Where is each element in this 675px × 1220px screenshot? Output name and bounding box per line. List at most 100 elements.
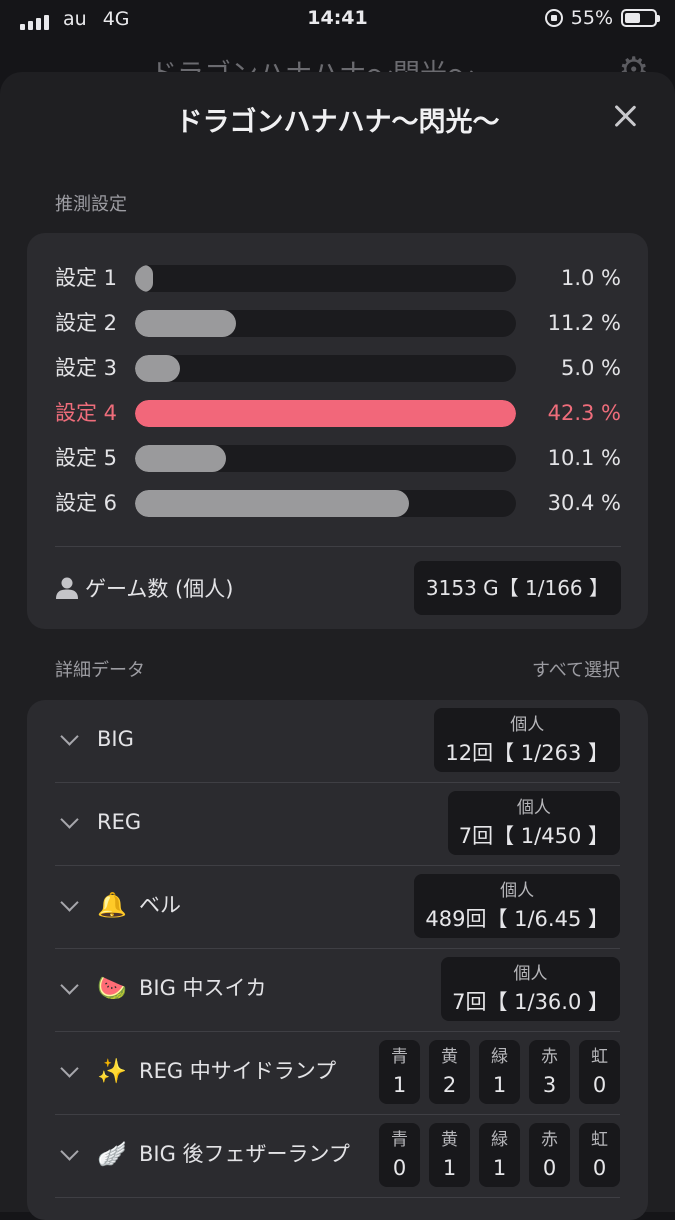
detail-name: BIG: [97, 727, 134, 751]
bell-icon: 🔔: [97, 891, 127, 919]
probability-bar-track: [135, 490, 516, 517]
divider: [55, 546, 621, 547]
estimate-section-label: 推測設定: [55, 194, 127, 215]
setting-percent: 5.0 %: [560, 356, 621, 380]
probability-bar: [135, 490, 409, 517]
value-caption: 個人: [500, 881, 535, 901]
detail-value-box: 個人 12回【 1/263 】: [434, 708, 620, 772]
setting-percent: 10.1 %: [547, 446, 621, 470]
lamp-color-label: 緑: [491, 1130, 508, 1150]
setting-percent: 1.0 %: [560, 266, 621, 290]
setting-row: 設定 5 10.1 %: [55, 443, 621, 473]
lamp-color-label: 虹: [591, 1130, 608, 1150]
lamp-color-label: 黄: [441, 1047, 458, 1067]
games-row: ゲーム数 (個人) 3153 G【 1/166 】: [55, 561, 621, 615]
setting-label: 設定 5: [55, 446, 118, 470]
status-bar: au 4G 14:41 55%: [0, 0, 675, 38]
lamp-count-box: 虹0: [579, 1123, 620, 1187]
probability-bar-track: [135, 355, 516, 382]
probability-bar-track: [135, 445, 516, 472]
lamp-count-box: 虹0: [579, 1040, 620, 1104]
lamp-count-box: 青0: [379, 1123, 420, 1187]
lamp-count-value: 1: [492, 1073, 507, 1097]
lamp-count-value: 1: [442, 1156, 457, 1180]
sheet-title: ドラゴンハナハナ〜閃光〜: [175, 107, 500, 138]
detail-value-box: 個人 489回【 1/6.45 】: [414, 874, 620, 938]
lamp-count-box: 赤3: [529, 1040, 570, 1104]
detail-name: REG: [97, 810, 142, 834]
value-caption: 個人: [513, 964, 548, 984]
lamp-count-box: 赤0: [529, 1123, 570, 1187]
lamp-count-value: 1: [492, 1156, 507, 1180]
setting-label: 設定 6: [55, 491, 118, 515]
person-icon: [56, 577, 78, 599]
lamp-count-box: 青1: [379, 1040, 420, 1104]
setting-label: 設定 1: [55, 266, 118, 290]
setting-label: 設定 3: [55, 356, 118, 380]
lamp-row[interactable]: 🪽 BIG 後フェザーランプ青 0 黄 1 緑 1 赤 0 虹 0: [27, 1115, 648, 1198]
battery-percent: 55%: [570, 7, 613, 29]
lamp-row-name: REG 中サイドランプ: [139, 1059, 337, 1083]
lamp-color-label: 青: [391, 1130, 408, 1150]
detail-row[interactable]: 🔔 ベル 個人 489回【 1/6.45 】: [27, 866, 648, 949]
chevron-down-icon[interactable]: [60, 976, 79, 995]
lamp-row[interactable]: ✨ REG 中サイドランプ青 1 黄 2 緑 1 赤 3 虹 0: [27, 1032, 648, 1115]
watermelon-icon: 🍉: [97, 974, 127, 1002]
chevron-down-icon[interactable]: [60, 810, 79, 829]
games-label: ゲーム数 (個人): [85, 577, 234, 601]
detail-row[interactable]: REG 個人 7回【 1/450 】: [27, 783, 648, 866]
setting-percent: 30.4 %: [547, 491, 621, 515]
detail-card: BIG 個人 12回【 1/263 】 REG 個人 7回【 1/450 】 🔔 ベル 個人 48…: [27, 700, 648, 1220]
lamp-count-value: 0: [592, 1073, 607, 1097]
value-count: 489回【 1/6.45 】: [425, 907, 609, 931]
chevron-down-icon[interactable]: [60, 1059, 79, 1078]
value-caption: 個人: [510, 715, 545, 735]
detail-row[interactable]: 🍉 BIG 中スイカ 個人 7回【 1/36.0 】: [27, 949, 648, 1032]
estimate-card: 設定 1 1.0 % 設定 2 11.2 % 設定 3 5.0 % 設定 4 42.3 % 設定…: [27, 233, 648, 629]
probability-bar: [135, 310, 236, 337]
lamp-count-box: 黄2: [429, 1040, 470, 1104]
lamp-count-value: 0: [392, 1156, 407, 1180]
lamp-count-value: 2: [442, 1073, 457, 1097]
chevron-down-icon[interactable]: [60, 727, 79, 746]
detail-name: ベル: [139, 893, 181, 917]
setting-row: 設定 2 11.2 %: [55, 308, 621, 338]
detail-section-label: 詳細データ: [55, 660, 145, 681]
detail-value-box: 個人 7回【 1/36.0 】: [441, 957, 620, 1021]
lamp-count-box: 緑1: [479, 1040, 520, 1104]
select-all-button[interactable]: すべて選択: [532, 656, 620, 682]
value-count: 7回【 1/36.0 】: [452, 990, 609, 1014]
lamp-counts: 青1黄2緑1赤3虹0: [379, 1040, 620, 1104]
probability-bar-track: [135, 265, 516, 292]
lamp-color-label: 赤: [541, 1047, 558, 1067]
value-count: 12回【 1/263 】: [445, 741, 609, 765]
probability-bar: [135, 400, 516, 427]
setting-percent: 11.2 %: [547, 311, 621, 335]
detail-name: BIG 中スイカ: [139, 976, 267, 1000]
lamp-color-label: 緑: [491, 1047, 508, 1067]
lamp-count-box: 緑1: [479, 1123, 520, 1187]
value-caption: 個人: [516, 798, 551, 818]
lamp-count-box: 黄1: [429, 1123, 470, 1187]
setting-row: 設定 3 5.0 %: [55, 353, 621, 383]
modal-sheet: ドラゴンハナハナ〜閃光〜 推測設定 設定 1 1.0 % 設定 2 11.2 % 設定 …: [0, 72, 675, 1220]
lamp-color-label: 虹: [591, 1047, 608, 1067]
lamp-color-label: 赤: [541, 1130, 558, 1150]
value-count: 7回【 1/450 】: [458, 824, 609, 848]
setting-label: 設定 2: [55, 311, 118, 335]
setting-percent: 42.3 %: [547, 401, 621, 425]
setting-row: 設定 4 42.3 %: [55, 398, 621, 428]
setting-row: 設定 6 30.4 %: [55, 488, 621, 518]
battery-icon: [621, 9, 660, 27]
chevron-down-icon[interactable]: [60, 1142, 79, 1161]
divider: [55, 1197, 620, 1198]
chevron-down-icon[interactable]: [60, 893, 79, 912]
probability-bar-track: [135, 400, 516, 427]
probability-bar: [135, 265, 153, 292]
lamp-counts: 青0黄1緑1赤0虹0: [379, 1123, 620, 1187]
lamp-row-name: BIG 後フェザーランプ: [139, 1142, 350, 1166]
detail-row[interactable]: BIG 個人 12回【 1/263 】: [27, 700, 648, 783]
close-icon[interactable]: [611, 102, 639, 130]
rotation-lock-icon: [544, 9, 563, 27]
lamp-count-value: 0: [592, 1156, 607, 1180]
